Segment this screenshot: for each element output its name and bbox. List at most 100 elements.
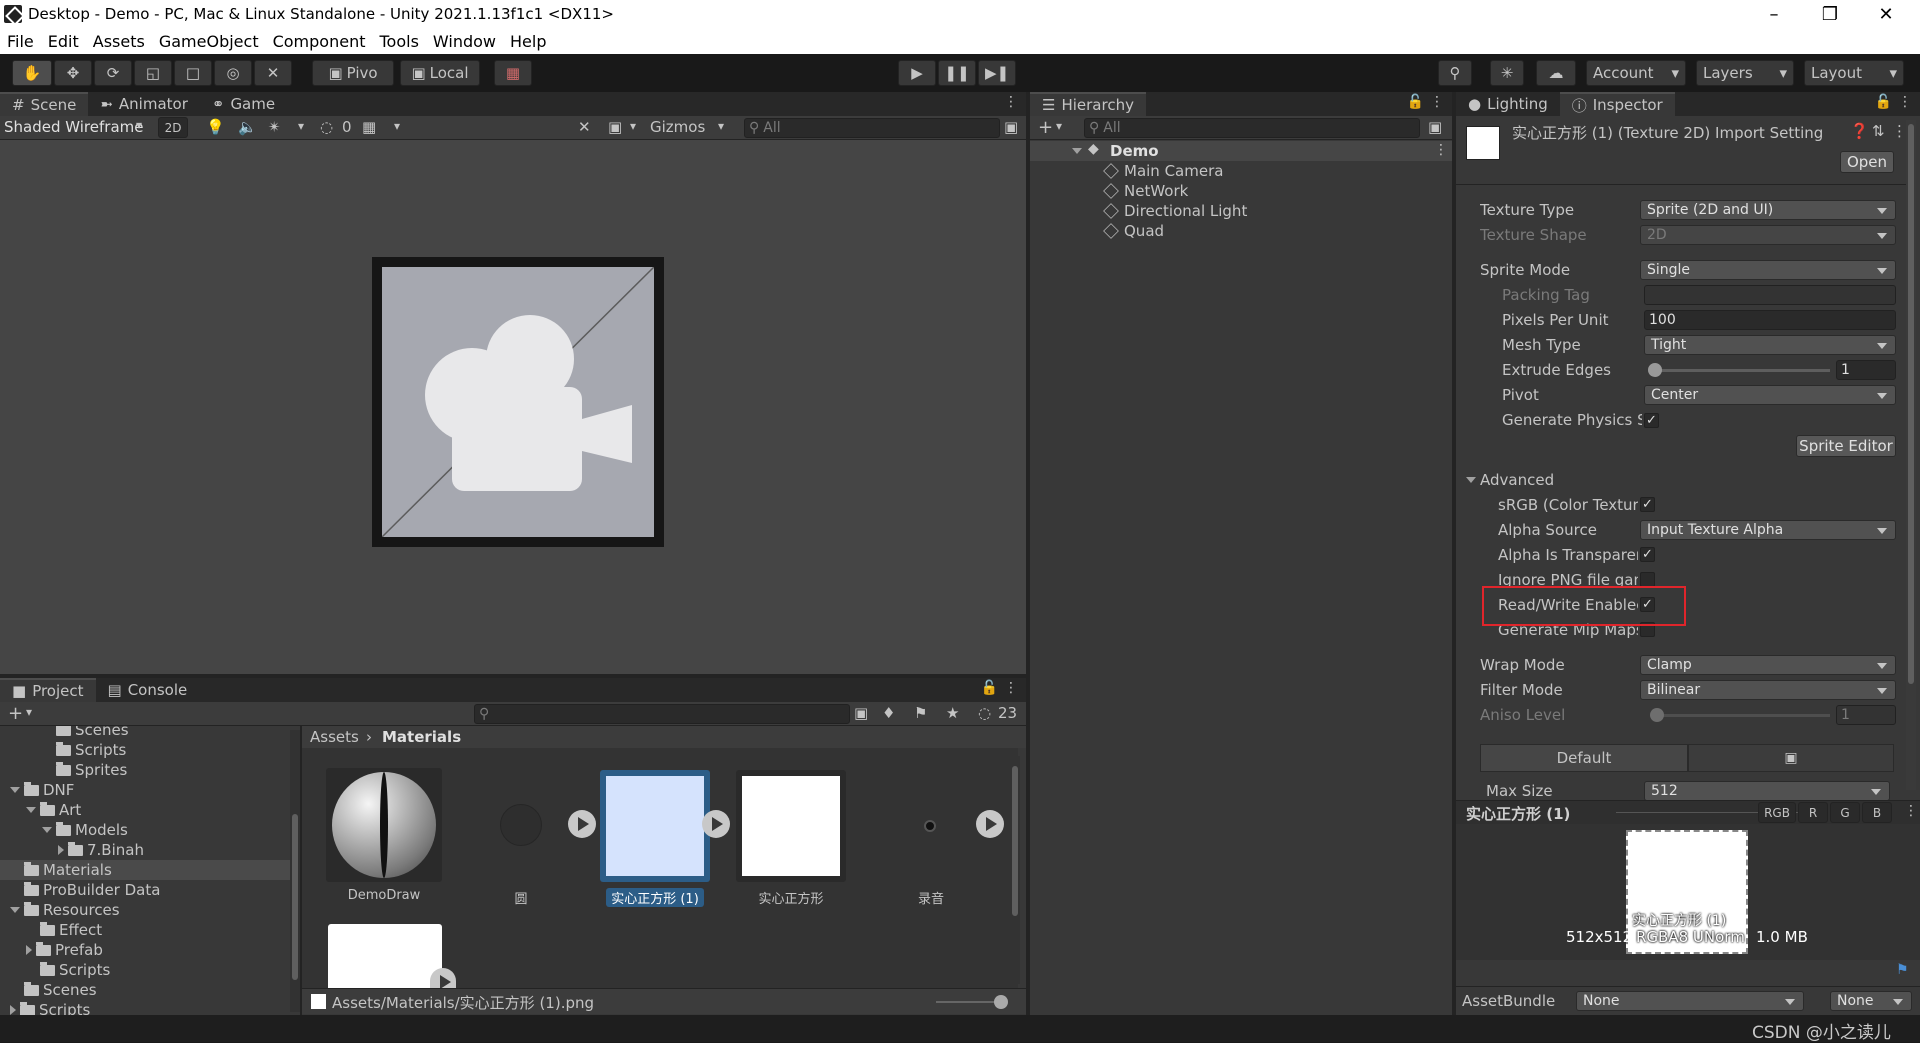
folder-tree-item[interactable]: DNF bbox=[0, 780, 290, 800]
tab-hierarchy[interactable]: ☰ Hierarchy bbox=[1030, 92, 1146, 116]
asset-next-row[interactable] bbox=[328, 924, 442, 988]
alpha-source-dropdown[interactable]: Input Texture Alpha bbox=[1640, 520, 1896, 540]
folder-tree-item[interactable]: Scenes bbox=[0, 980, 290, 1000]
asset-demodraw[interactable] bbox=[326, 768, 442, 882]
folder-tree-item[interactable]: ProBuilder Data bbox=[0, 880, 290, 900]
help-icon[interactable]: ❓ bbox=[1850, 122, 1869, 140]
folder-tree-item[interactable]: Sprites bbox=[0, 760, 290, 780]
scene-search-input[interactable]: ⚲ All bbox=[744, 118, 1000, 138]
camera-icon[interactable]: ▣ bbox=[608, 118, 622, 136]
more-menu-icon[interactable]: ⋮ bbox=[1892, 122, 1907, 140]
lock-icon[interactable]: 🔓 bbox=[1875, 94, 1892, 110]
effects-toggle-icon[interactable]: ✴ bbox=[268, 118, 281, 136]
project-search-input[interactable]: ⚲ bbox=[474, 704, 850, 724]
expand-arrow-icon[interactable] bbox=[10, 1005, 16, 1015]
sprite-editor-button[interactable]: Sprite Editor bbox=[1796, 435, 1896, 457]
folder-tree-item[interactable]: Prefab bbox=[0, 940, 290, 960]
wrap-mode-dropdown[interactable]: Clamp bbox=[1640, 655, 1896, 675]
menu-file[interactable]: File bbox=[0, 32, 41, 51]
add-icon[interactable]: + bbox=[1038, 117, 1053, 138]
hierarchy-item-quad[interactable]: Quad bbox=[1103, 222, 1164, 240]
platform-tab-default[interactable]: Default bbox=[1480, 744, 1688, 772]
menu-tools[interactable]: Tools bbox=[372, 32, 425, 51]
layers-dropdown[interactable]: Layers ▾ bbox=[1696, 60, 1794, 86]
expand-asset-icon[interactable] bbox=[430, 968, 456, 989]
cloud-icon[interactable]: ☁ bbox=[1536, 60, 1576, 86]
generate-physics-checkbox[interactable]: ✓ bbox=[1644, 413, 1659, 428]
filter-type-icon[interactable]: ♦ bbox=[882, 704, 895, 722]
pivot-toggle[interactable]: ▣ Pivo bbox=[312, 60, 394, 86]
scale-tool-icon[interactable]: ◱ bbox=[134, 60, 172, 86]
hierarchy-item-network[interactable]: NetWork bbox=[1103, 182, 1188, 200]
folder-tree-item[interactable]: Resources bbox=[0, 900, 290, 920]
shading-mode-dropdown[interactable]: Shaded Wireframe bbox=[4, 118, 150, 136]
scrollbar-thumb[interactable] bbox=[292, 814, 298, 980]
expand-arrow-icon[interactable] bbox=[26, 945, 32, 955]
tab-scene[interactable]: # Scene bbox=[0, 92, 89, 116]
tab-animator[interactable]: ➼ Animator bbox=[88, 92, 200, 116]
texture-type-dropdown[interactable]: Sprite (2D and UI) bbox=[1640, 200, 1896, 220]
asset-scrollbar[interactable] bbox=[1010, 756, 1020, 984]
inspector-scrollbar[interactable] bbox=[1906, 120, 1916, 790]
audio-toggle-icon[interactable]: 🔈 bbox=[238, 118, 257, 136]
search-options-icon[interactable]: ▣ bbox=[1004, 118, 1018, 136]
gizmos-dropdown[interactable]: Gizmos bbox=[650, 118, 705, 136]
tab-lighting[interactable]: ● Lighting bbox=[1456, 92, 1560, 116]
breadcrumb-materials[interactable]: Materials bbox=[382, 728, 461, 746]
hierarchy-item-main-camera[interactable]: Main Camera bbox=[1103, 162, 1223, 180]
menu-gameobject[interactable]: GameObject bbox=[152, 32, 266, 51]
more-menu-icon[interactable]: ⋮ bbox=[1434, 142, 1448, 158]
menu-help[interactable]: Help bbox=[503, 32, 553, 51]
ignore-png-gamma-checkbox[interactable] bbox=[1640, 572, 1655, 587]
extrude-edges-input[interactable]: 1 bbox=[1836, 360, 1896, 380]
pause-button[interactable]: ❚❚ bbox=[938, 60, 976, 86]
search-icon[interactable]: ⚲ bbox=[1438, 60, 1472, 86]
menu-window[interactable]: Window bbox=[426, 32, 503, 51]
folder-tree-item[interactable]: Models bbox=[0, 820, 290, 840]
scene-quad-object[interactable] bbox=[372, 257, 664, 547]
open-button[interactable]: Open bbox=[1840, 151, 1894, 173]
collapse-arrow-icon[interactable] bbox=[10, 787, 20, 793]
folder-tree-item[interactable]: 7.Binah bbox=[0, 840, 290, 860]
rotate-tool-icon[interactable]: ⟳ bbox=[94, 60, 132, 86]
asset-audio-dot[interactable] bbox=[924, 820, 936, 832]
transform-tool-icon[interactable]: ◎ bbox=[214, 60, 252, 86]
favorite-star-icon[interactable]: ★ bbox=[946, 704, 959, 722]
more-menu-icon[interactable]: ⋮ bbox=[1904, 803, 1918, 819]
layout-dropdown[interactable]: Layout ▾ bbox=[1804, 60, 1904, 86]
step-button[interactable]: ▶❚ bbox=[978, 60, 1016, 86]
channel-rgb-button[interactable]: RGB bbox=[1758, 802, 1796, 823]
search-options-icon[interactable]: ▣ bbox=[1428, 118, 1442, 136]
channel-b-button[interactable]: B bbox=[1862, 802, 1892, 823]
lighting-toggle-icon[interactable]: 💡 bbox=[206, 118, 225, 136]
asset-square[interactable] bbox=[736, 770, 846, 882]
menu-assets[interactable]: Assets bbox=[86, 32, 152, 51]
filter-mode-dropdown[interactable]: Bilinear bbox=[1640, 680, 1896, 700]
tab-game[interactable]: ⚭ Game bbox=[200, 92, 287, 116]
play-button[interactable]: ▶ bbox=[898, 60, 936, 86]
folder-tree-item[interactable]: Scripts bbox=[0, 740, 290, 760]
expand-arrow-icon[interactable] bbox=[1072, 148, 1082, 154]
tag-icon[interactable]: ⚑ bbox=[1896, 962, 1909, 978]
folder-tree-item[interactable]: Scenes bbox=[0, 726, 290, 740]
channel-g-button[interactable]: G bbox=[1830, 802, 1860, 823]
pixels-per-unit-input[interactable]: 100 bbox=[1644, 310, 1896, 330]
assetbundle-variant-dropdown[interactable]: None bbox=[1830, 991, 1912, 1011]
thumbnail-size-slider-handle[interactable] bbox=[994, 995, 1008, 1009]
tab-console[interactable]: ▤ Console bbox=[96, 678, 200, 702]
tree-scrollbar[interactable] bbox=[290, 730, 300, 1012]
add-icon[interactable]: + bbox=[8, 703, 23, 724]
menu-component[interactable]: Component bbox=[266, 32, 373, 51]
tools-icon[interactable]: ✕ bbox=[578, 118, 591, 136]
search-options-icon[interactable]: ▣ bbox=[854, 704, 868, 722]
restore-icon[interactable]: ❐ bbox=[1802, 0, 1858, 28]
alpha-transparency-checkbox[interactable]: ✓ bbox=[1640, 547, 1655, 562]
assetbundle-dropdown[interactable]: None bbox=[1576, 991, 1804, 1011]
max-size-dropdown[interactable]: 512 bbox=[1644, 781, 1890, 801]
asset-circle[interactable] bbox=[500, 804, 542, 846]
account-dropdown[interactable]: Account ▾ bbox=[1586, 60, 1686, 86]
rect-tool-icon[interactable]: □ bbox=[174, 60, 212, 86]
advanced-foldout[interactable]: Advanced bbox=[1466, 471, 1554, 489]
srgb-checkbox[interactable]: ✓ bbox=[1640, 497, 1655, 512]
mesh-type-dropdown[interactable]: Tight bbox=[1644, 335, 1896, 355]
